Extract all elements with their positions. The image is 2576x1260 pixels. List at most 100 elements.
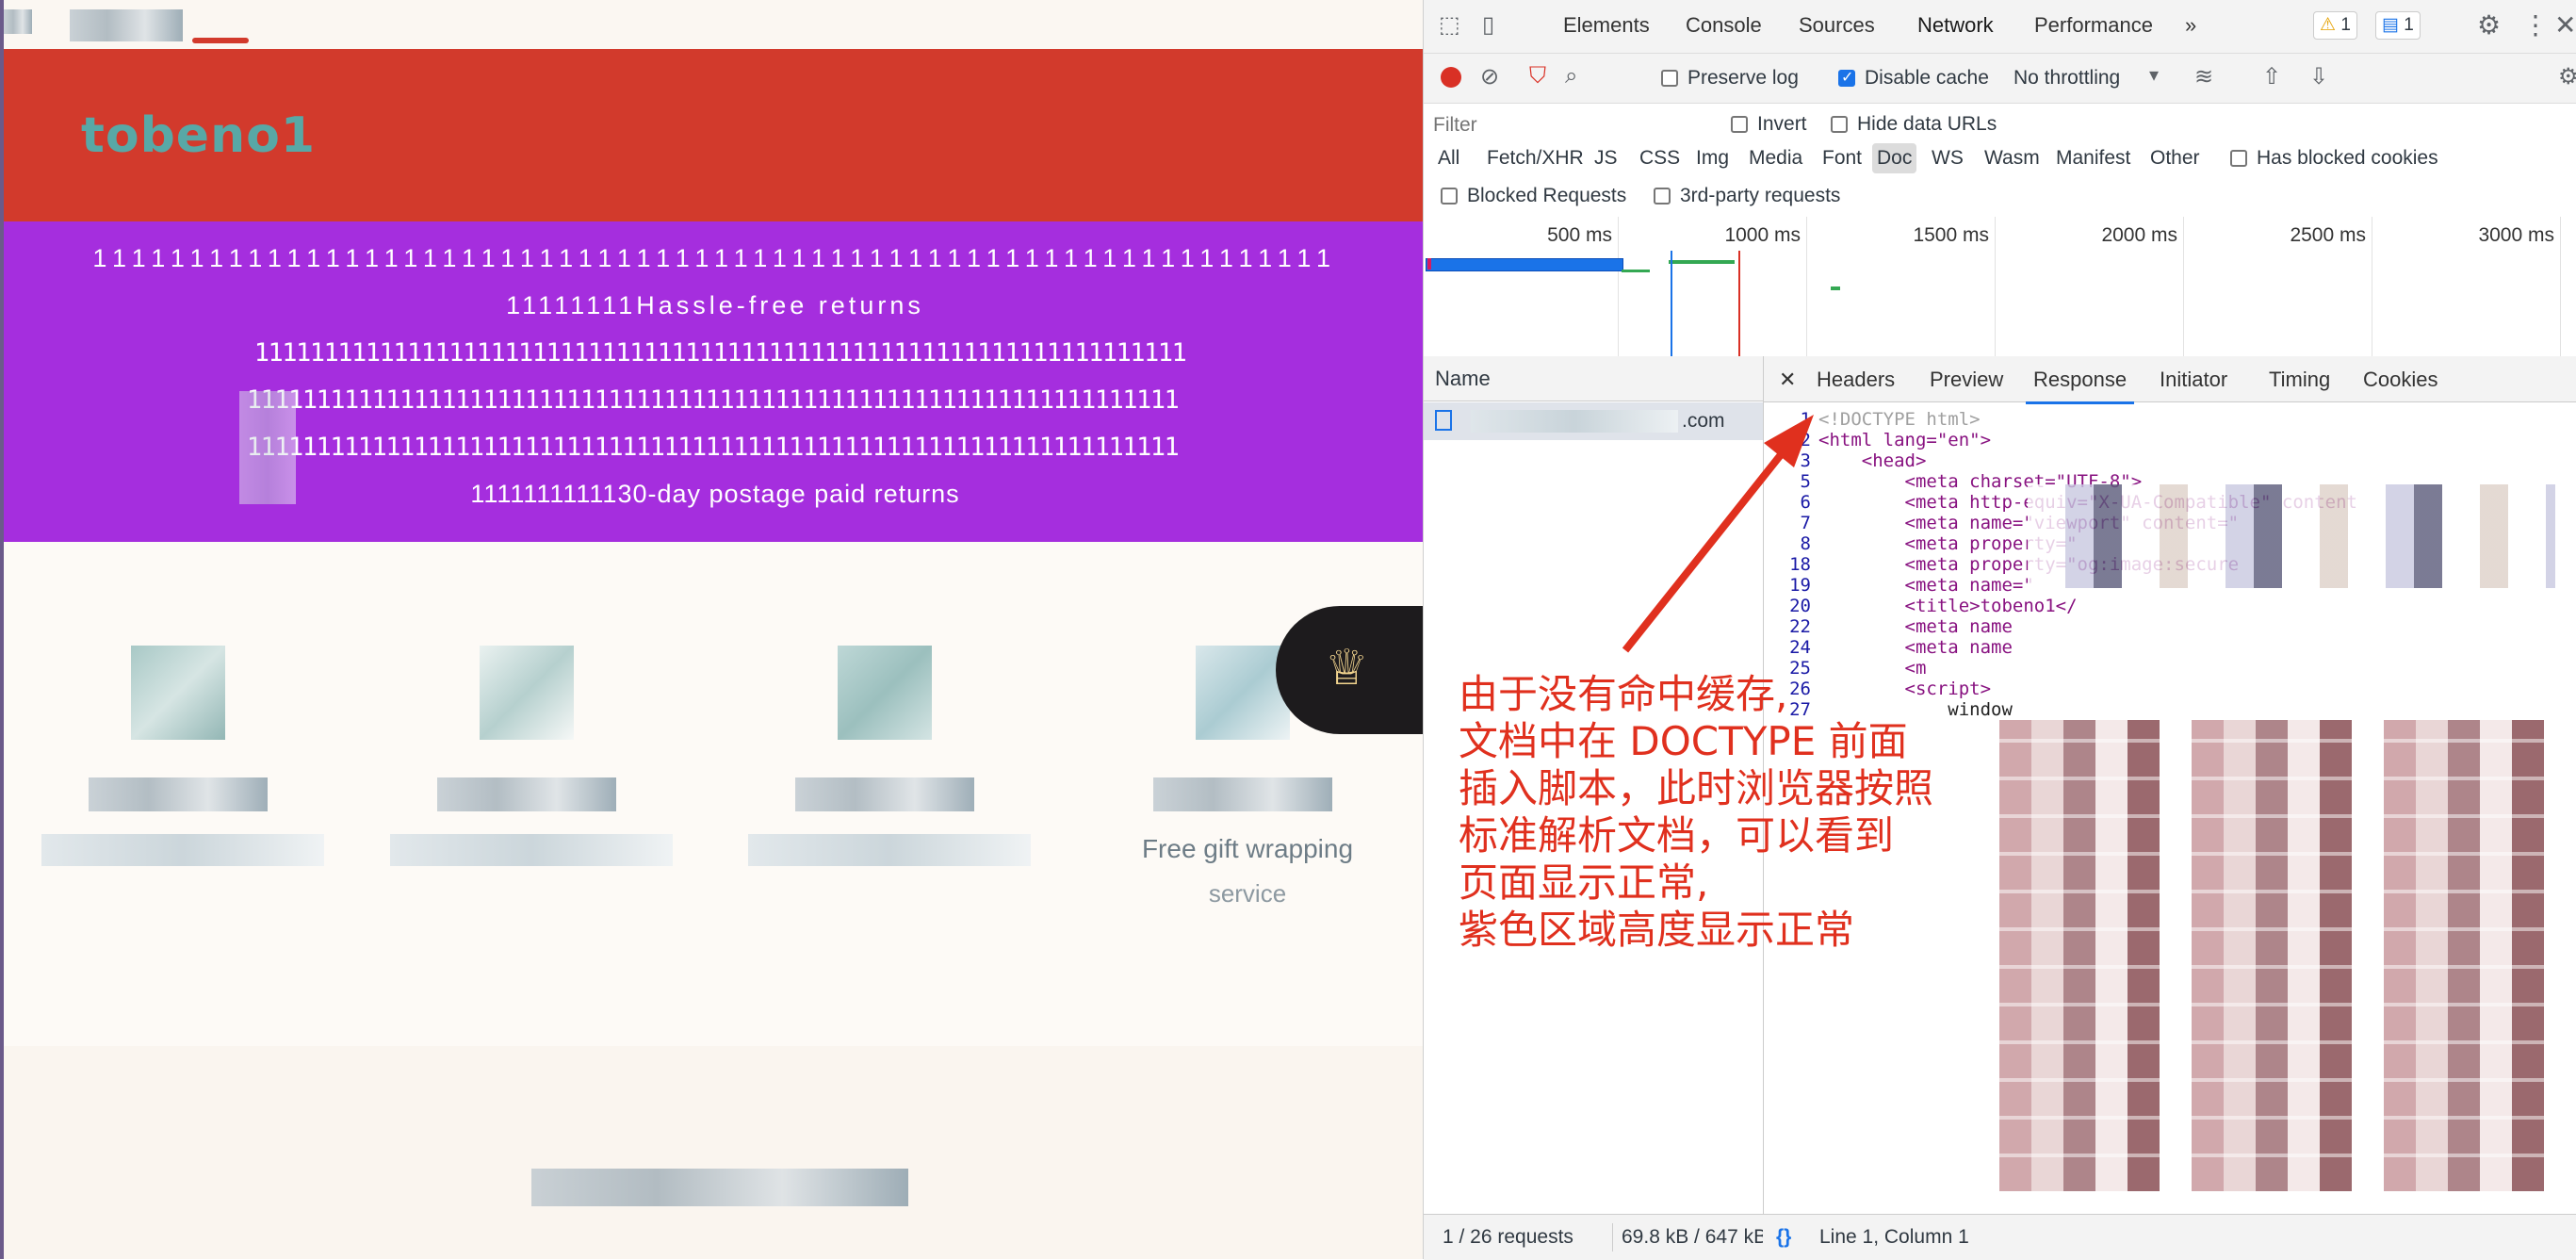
network-toolbar: ⊘ ⛉ ⌕ Preserve log Disable cache No thro… [1424, 54, 2576, 104]
timeline-label: 2000 ms [2101, 224, 2177, 246]
tab-console[interactable]: Console [1686, 13, 1762, 38]
timeline-dom-content-line [1671, 251, 1672, 356]
feature-title-2 [437, 777, 616, 811]
tab-performance[interactable]: Performance [2034, 13, 2153, 38]
throttling-select[interactable]: No throttling [2014, 67, 2120, 90]
line-number: 6 [1800, 492, 1811, 513]
vip-badge[interactable]: ♕ [1276, 606, 1423, 734]
clear-icon[interactable]: ⊘ [1480, 63, 1499, 90]
redacted-block [2028, 484, 2555, 588]
feature-desc-3 [748, 834, 1031, 866]
blurred-request-host [1471, 410, 1678, 433]
promo-line-6: 1111111111130-day postage paid returns [470, 480, 960, 508]
filter-input[interactable] [1431, 107, 1718, 143]
type-wasm[interactable]: Wasm [1980, 143, 2045, 173]
tab-timing[interactable]: Timing [2269, 368, 2330, 392]
annotation-line: 由于没有命中缓存, [1459, 671, 1788, 717]
device-toolbar-icon[interactable]: ▯ [1482, 11, 1494, 39]
devtools-panel: ⬚ ▯ Elements Console Sources Network Per… [1423, 0, 2576, 1260]
exchange-icon [838, 646, 932, 740]
footer-band [4, 1046, 1423, 1259]
timeline-doc-bar [1426, 258, 1623, 271]
invert-checkbox[interactable] [1731, 116, 1748, 133]
close-icon[interactable]: ✕ [2554, 9, 2576, 41]
gear-icon[interactable]: ⚙ [2477, 9, 2501, 41]
line-number: 20 [1789, 596, 1811, 616]
tab-cookies[interactable]: Cookies [2363, 368, 2437, 392]
line-number: 19 [1789, 575, 1811, 596]
annotation-line: 紫色区域高度显示正常 [1459, 907, 1855, 953]
close-icon[interactable]: ✕ [1779, 368, 1796, 392]
type-ws[interactable]: WS [1927, 143, 1968, 173]
tab-network[interactable]: Network [1908, 13, 2003, 57]
timeline-bar [1669, 260, 1735, 264]
has-blocked-cookies-checkbox[interactable] [2230, 150, 2247, 167]
blocked-requests-checkbox[interactable] [1441, 188, 1458, 205]
timeline-label: 500 ms [1547, 224, 1612, 246]
return-icon [480, 646, 574, 740]
chevron-down-icon[interactable]: ▾ [2149, 63, 2159, 87]
inspect-element-icon[interactable]: ⬚ [1439, 11, 1460, 39]
name-column-header[interactable]: Name [1424, 356, 1763, 401]
promo-banner: 1111111111111111111111111111111111111111… [4, 221, 1423, 542]
type-font[interactable]: Font [1818, 143, 1867, 173]
site-logo[interactable]: tobeno1 [81, 107, 316, 164]
invert-label: Invert [1757, 113, 1807, 135]
type-all[interactable]: All [1433, 143, 1464, 173]
search-icon[interactable]: ⌕ [1565, 63, 1577, 90]
type-media[interactable]: Media [1744, 143, 1807, 173]
warning-icon: ⚠ [2320, 15, 2337, 35]
blurred-tab-title [70, 9, 183, 41]
hide-data-urls-label: Hide data URLs [1857, 113, 1997, 135]
tab-elements[interactable]: Elements [1563, 13, 1650, 38]
request-row[interactable]: .com [1424, 402, 1763, 440]
tab-initiator[interactable]: Initiator [2160, 368, 2227, 392]
messages-badge[interactable]: ▤ 1 [2375, 11, 2421, 40]
features-section: Free gift wrapping service [4, 542, 1423, 1051]
type-fetch-xhr[interactable]: Fetch/XHR [1482, 143, 1589, 173]
cursor-position: Line 1, Column 1 [1819, 1226, 1969, 1248]
warnings-badge[interactable]: ⚠ 1 [2313, 11, 2357, 40]
line-number: 3 [1800, 450, 1811, 471]
tab-headers[interactable]: Headers [1817, 368, 1895, 392]
network-timeline[interactable]: 500 ms 1000 ms 1500 ms 2000 ms 2500 ms 3… [1424, 217, 2576, 357]
network-settings-icon[interactable]: ⚙ [2558, 63, 2576, 90]
record-icon[interactable] [1441, 67, 1461, 88]
type-manifest[interactable]: Manifest [2051, 143, 2135, 173]
type-other[interactable]: Other [2145, 143, 2205, 173]
pretty-print-icon[interactable]: {} [1776, 1215, 1791, 1260]
network-conditions-icon[interactable]: ≋ [2194, 63, 2213, 90]
status-bar: 1 / 26 requests 69.8 kB / 647 kB {} Line… [1424, 1214, 2576, 1260]
kebab-menu-icon[interactable]: ⋮ [2522, 9, 2549, 41]
timeline-label: 3000 ms [2478, 224, 2554, 246]
disable-cache-checkbox[interactable] [1838, 68, 1855, 87]
timeline-gridline [1806, 217, 1807, 356]
devtools-main-tabs: ⬚ ▯ Elements Console Sources Network Per… [1424, 0, 2576, 57]
page-topbar [4, 0, 1423, 50]
more-tabs-icon[interactable]: » [2185, 13, 2196, 38]
type-img[interactable]: Img [1691, 143, 1734, 173]
preserve-log-checkbox[interactable] [1661, 70, 1678, 87]
third-party-checkbox[interactable] [1654, 188, 1671, 205]
transfer-size: 69.8 kB / 647 kB [1622, 1226, 1763, 1248]
line-number: 18 [1789, 554, 1811, 575]
type-css[interactable]: CSS [1635, 143, 1685, 173]
tab-underline [192, 38, 249, 43]
feature-title-3 [795, 777, 974, 811]
feature-item-3 [729, 646, 1040, 928]
code-line: <head> [1818, 450, 1927, 471]
promo-line-3: 1111111111111111111111111111111111111111… [253, 338, 1187, 368]
filter-icon[interactable]: ⛉ [1529, 63, 1546, 90]
type-doc[interactable]: Doc [1872, 143, 1917, 173]
feature-desc-4: Free gift wrapping [1141, 834, 1354, 863]
timeline-load-line [1738, 251, 1740, 356]
blocked-requests-label: Blocked Requests [1467, 185, 1627, 206]
tab-preview[interactable]: Preview [1930, 368, 2003, 392]
export-har-icon[interactable]: ⇩ [2309, 63, 2328, 90]
import-har-icon[interactable]: ⇧ [2262, 63, 2281, 90]
tab-response[interactable]: Response [2025, 368, 2135, 404]
timeline-label: 2500 ms [2290, 224, 2366, 246]
hide-data-urls-checkbox[interactable] [1831, 116, 1848, 133]
tab-sources[interactable]: Sources [1799, 13, 1875, 38]
type-js[interactable]: JS [1590, 143, 1622, 173]
